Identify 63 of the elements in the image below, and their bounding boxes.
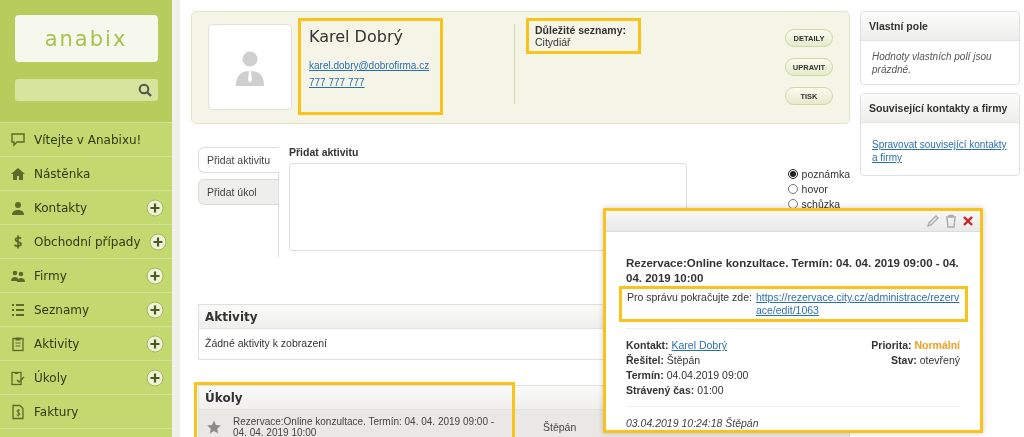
add-icon[interactable]: [146, 334, 164, 353]
lists-value: Citydiář: [535, 36, 572, 48]
radio-label: hovor: [801, 183, 828, 195]
menu-item[interactable]: Úkoly: [0, 361, 172, 395]
add-icon[interactable]: [146, 198, 164, 217]
tab[interactable]: Přidat aktivitu: [198, 147, 279, 173]
field-label: Strávený čas:: [626, 384, 695, 396]
phone-link[interactable]: 777 777 777: [309, 77, 365, 88]
menu-item[interactable]: Seznamy: [0, 293, 172, 327]
form-title: Přidat aktivitu: [289, 146, 360, 158]
field-label: Termín:: [626, 369, 664, 381]
field-label: Priorita:: [871, 339, 912, 351]
search-icon[interactable]: [137, 83, 152, 97]
radio-label: schůzka: [801, 198, 841, 210]
menu-item[interactable]: Obchodní případy: [0, 225, 172, 259]
field-label: Řešitel:: [626, 354, 664, 366]
field-value: 04.04.2019 09:00: [666, 369, 749, 381]
field-label: Stav:: [891, 354, 917, 366]
panel-note: Hodnoty vlastních polí jsou prázdné.: [872, 50, 993, 76]
speech-bubble-icon: [10, 131, 26, 148]
search-field[interactable]: [14, 79, 158, 101]
document-icon: [10, 403, 26, 420]
empty-message: Žádné aktivity k zobrazení: [205, 337, 327, 349]
field-value: Štěpán: [666, 354, 701, 366]
radio-label: poznámka: [801, 168, 850, 180]
add-icon[interactable]: [146, 266, 164, 285]
home-icon: [10, 165, 26, 182]
task-assignee: Štěpán: [543, 421, 577, 433]
menu-item[interactable]: Aktivity: [0, 327, 172, 361]
popup-title: Rezervace:Online konzultace. Termín: 04. 04. 2019 09:00 - 04. 04. 2019 10:00: [626, 256, 960, 286]
note-text: Pro správu pokračujte zde:: [627, 291, 752, 305]
star-icon[interactable]: [207, 420, 221, 434]
contact-link[interactable]: Karel Dobrý: [671, 339, 727, 351]
clipboard-icon: [10, 335, 26, 352]
clipboard-check-icon: [10, 369, 26, 386]
related-link[interactable]: Spravovat související kontakty a firmy: [872, 138, 1008, 164]
lists-label: Důležité seznamy:: [535, 24, 628, 36]
contact-name: Karel Dobrý: [309, 27, 404, 46]
panel-title: Související kontakty a firmy: [861, 94, 1019, 123]
menu-item[interactable]: Firmy: [0, 259, 172, 293]
tab[interactable]: Přidat úkol: [198, 179, 278, 205]
menu-item[interactable]: Vítejte v Anabixu!: [0, 123, 172, 157]
close-icon[interactable]: [962, 215, 974, 227]
menu-item[interactable]: Nástěnka: [0, 157, 172, 191]
menu-item[interactable]: Faktury: [0, 395, 172, 429]
field-label: Kontakt:: [626, 339, 669, 351]
list-icon: [10, 301, 26, 318]
person-icon: [10, 199, 26, 216]
panel-title: Vlastní pole: [861, 12, 1019, 41]
field-value: otevřený: [919, 354, 960, 366]
radio-button[interactable]: [787, 184, 798, 194]
radio-button[interactable]: [787, 199, 798, 209]
field-value: 01:00: [697, 384, 724, 396]
task-title[interactable]: Rezervace:Online konzultace. Termín: 04. 04. 2019 09:00 - 04. 04. 2019 10:00: [233, 416, 508, 437]
email-link[interactable]: karel.dobry@dobrofirma.cz: [309, 60, 430, 71]
activity-text-field[interactable]: [289, 163, 687, 251]
timestamp: 03.04.2019 10:24:18 Štěpán: [626, 417, 760, 429]
add-icon[interactable]: [146, 300, 164, 319]
radio-button[interactable]: [787, 169, 798, 179]
priority-value: Normální: [914, 339, 960, 351]
menu-item[interactable]: Kontakty: [0, 191, 172, 225]
add-icon[interactable]: [148, 232, 167, 251]
add-icon[interactable]: [146, 368, 164, 387]
